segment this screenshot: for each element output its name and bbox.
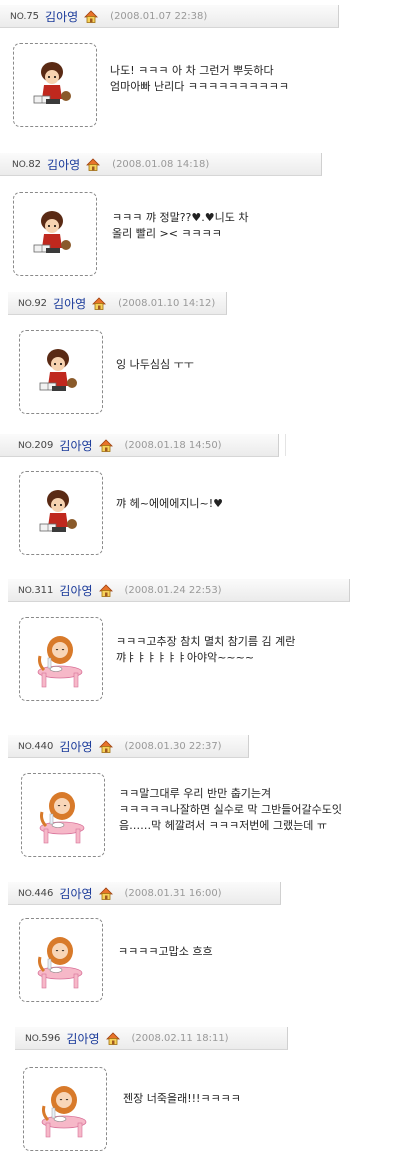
entry-header: NO.596 김아영 (2008.02.11 18:11)	[15, 1027, 288, 1050]
home-icon[interactable]	[86, 157, 101, 171]
entry-number: NO.440	[18, 740, 54, 752]
entry-date: (2008.01.30 22:37)	[124, 740, 222, 752]
author-name-link[interactable]: 김아영	[59, 437, 92, 454]
entry-header: NO.75 김아영 (2008.01.07 22:38)	[0, 5, 339, 28]
guestbook-entry: NO.82 김아영 (2008.01.08 14:18) ㅋㅋㅋ 꺄 정말??♥…	[0, 153, 396, 288]
entry-message: ㅋㅋㅋ고추장 참치 멸치 참기름 김 계란 꺄ㅑㅑㅑㅑㅑㅑ아야악~~~~	[116, 635, 296, 664]
entry-header: NO.440 김아영 (2008.01.30 22:37)	[8, 735, 249, 758]
entry-message: 젠장 너죽을래!!!ㅋㅋㅋㅋ	[123, 1092, 241, 1105]
home-icon[interactable]	[98, 739, 113, 753]
author-name-link[interactable]: 김아영	[59, 582, 92, 599]
entry-date: (2008.01.18 14:50)	[124, 439, 222, 451]
avatar	[19, 471, 103, 555]
home-icon[interactable]	[98, 438, 113, 452]
entry-date: (2008.02.11 18:11)	[131, 1032, 229, 1044]
guestbook-entry: NO.440 김아영 (2008.01.30 22:37) ㅋㅋ말그대루 우리 …	[0, 735, 396, 870]
avatar	[19, 330, 103, 414]
entry-header: NO.209 김아영 (2008.01.18 14:50)	[0, 434, 279, 457]
entry-number: NO.92	[18, 297, 48, 309]
entry-number: NO.446	[18, 887, 54, 899]
entry-message: 나도! ㅋㅋㅋ 아 차 그런거 뿌듯하다 엄마아빠 난리다 ㅋㅋㅋㅋㅋㅋㅋㅋㅋㅋ	[110, 64, 290, 93]
entry-number: NO.596	[25, 1032, 61, 1044]
author-name-link[interactable]: 김아영	[59, 738, 92, 755]
avatar	[21, 773, 105, 857]
guestbook-entry: NO.75 김아영 (2008.01.07 22:38) 나도! ㅋㅋㅋ 아 차…	[0, 5, 396, 140]
guestbook-entry: NO.92 김아영 (2008.01.10 14:12) 잉 나두심심 ㅜㅜ	[0, 292, 396, 427]
entry-header: NO.446 김아영 (2008.01.31 16:00)	[8, 882, 281, 905]
girl-eating-avatar-icon	[41, 1086, 87, 1138]
boy-reading-avatar-icon	[33, 211, 71, 253]
avatar	[19, 918, 103, 1002]
guestbook-entry: NO.446 김아영 (2008.01.31 16:00) ㅋㅋㅋㅋ고맙소 흐흐	[0, 882, 396, 1002]
author-name-link[interactable]: 김아영	[66, 1030, 99, 1047]
boy-reading-avatar-icon	[33, 62, 71, 104]
author-name-link[interactable]: 김아영	[45, 8, 78, 25]
entry-message: ㅋㅋㅋㅋ고맙소 흐흐	[118, 945, 213, 958]
home-icon[interactable]	[84, 9, 99, 23]
girl-eating-avatar-icon	[37, 636, 83, 688]
home-icon[interactable]	[105, 1031, 120, 1045]
author-name-link[interactable]: 김아영	[53, 295, 86, 312]
entry-date: (2008.01.10 14:12)	[118, 297, 216, 309]
avatar	[13, 192, 97, 276]
entry-message: 꺄 헤~에에에지니~!♥	[116, 497, 224, 510]
entry-message: ㅋㅋ말그대루 우리 반만 춥기는겨 ㅋㅋㅋㅋㅋ나잘하면 실수로 막 그반들어갈수…	[119, 787, 343, 832]
entry-date: (2008.01.31 16:00)	[124, 887, 222, 899]
entry-number: NO.311	[18, 584, 54, 596]
entry-date: (2008.01.07 22:38)	[110, 10, 208, 22]
guestbook-entry: NO.209 김아영 (2008.01.18 14:50) 꺄 헤~에에에지니~…	[0, 434, 396, 569]
avatar	[19, 617, 103, 701]
entry-header: NO.311 김아영 (2008.01.24 22:53)	[8, 579, 350, 602]
girl-eating-avatar-icon	[37, 937, 83, 989]
author-name-link[interactable]: 김아영	[59, 885, 92, 902]
boy-reading-avatar-icon	[39, 349, 77, 391]
entry-message: ㅋㅋㅋ 꺄 정말??♥.♥니도 차 올리 빨리 >< ㅋㅋㅋㅋ	[112, 211, 249, 240]
entry-header: NO.92 김아영 (2008.01.10 14:12)	[8, 292, 227, 315]
entry-number: NO.209	[18, 439, 54, 451]
entry-message: 잉 나두심심 ㅜㅜ	[116, 358, 194, 371]
boy-reading-avatar-icon	[39, 490, 77, 532]
divider	[285, 434, 286, 456]
avatar	[23, 1067, 107, 1151]
entry-number: NO.75	[10, 10, 40, 22]
girl-eating-avatar-icon	[39, 792, 85, 844]
home-icon[interactable]	[98, 886, 113, 900]
entry-header: NO.82 김아영 (2008.01.08 14:18)	[0, 153, 322, 176]
avatar	[13, 43, 97, 127]
author-name-link[interactable]: 김아영	[47, 156, 80, 173]
entry-date: (2008.01.08 14:18)	[112, 158, 210, 170]
guestbook-entry: NO.596 김아영 (2008.02.11 18:11) 젠장 너죽을래!!!…	[0, 1027, 396, 1161]
home-icon[interactable]	[98, 583, 113, 597]
entry-date: (2008.01.24 22:53)	[124, 584, 222, 596]
guestbook-entry: NO.311 김아영 (2008.01.24 22:53) ㅋㅋㅋ고추장 참치 …	[0, 579, 396, 719]
entry-number: NO.82	[12, 158, 42, 170]
home-icon[interactable]	[92, 296, 107, 310]
